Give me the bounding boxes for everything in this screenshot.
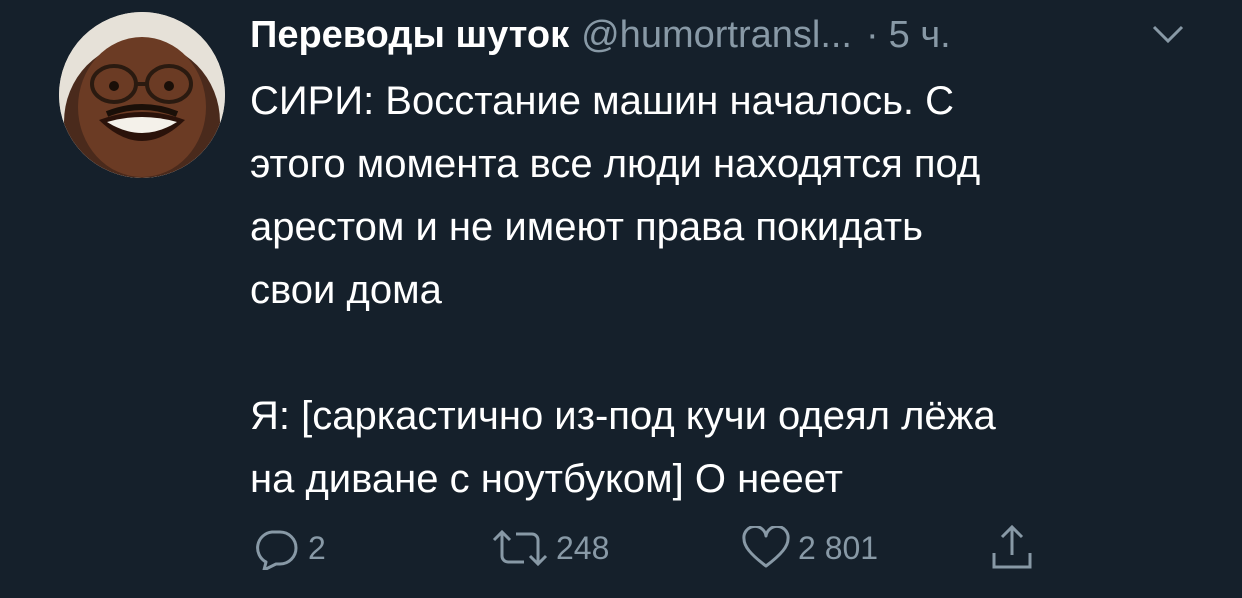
tweet-line: Я: [саркастично из-под кучи одеял лёжа: [250, 394, 996, 438]
separator: ·: [866, 14, 879, 56]
share-icon: [988, 523, 1036, 573]
reply-icon: [250, 526, 302, 570]
avatar[interactable]: [59, 12, 225, 178]
reply-count: 2: [308, 529, 326, 566]
tweet-line: на диване с ноутбуком] О нееет: [250, 457, 843, 501]
display-name[interactable]: Переводы шуток: [250, 10, 569, 60]
retweet-icon: [490, 526, 550, 570]
chevron-down-icon[interactable]: [1150, 22, 1186, 46]
user-handle[interactable]: @humortransl...: [581, 10, 852, 60]
share-button[interactable]: [988, 518, 1036, 578]
tweet-line: этого момента все люди находятся под: [250, 142, 981, 186]
tweet-line: свои дома: [250, 268, 442, 312]
tweet[interactable]: Переводы шуток @humortransl... · 5 ч. СИ…: [0, 0, 1242, 598]
tweet-line: арестом и не имеют права покидать: [250, 205, 923, 249]
tweet-header: Переводы шуток @humortransl... · 5 ч.: [250, 10, 951, 60]
like-count: 2 801: [798, 529, 879, 566]
reply-button[interactable]: 2: [250, 518, 326, 578]
retweet-button[interactable]: 248: [490, 518, 609, 578]
like-icon: [740, 526, 792, 570]
tweet-text: СИРИ: Восстание машин началось. С этого …: [250, 70, 1210, 511]
retweet-count: 248: [556, 529, 610, 566]
tweet-line: СИРИ: Восстание машин началось. С: [250, 79, 955, 123]
like-button[interactable]: 2 801: [740, 518, 878, 578]
timestamp[interactable]: 5 ч.: [889, 10, 951, 60]
tweet-actions: 2 248 2 801: [250, 518, 1050, 578]
